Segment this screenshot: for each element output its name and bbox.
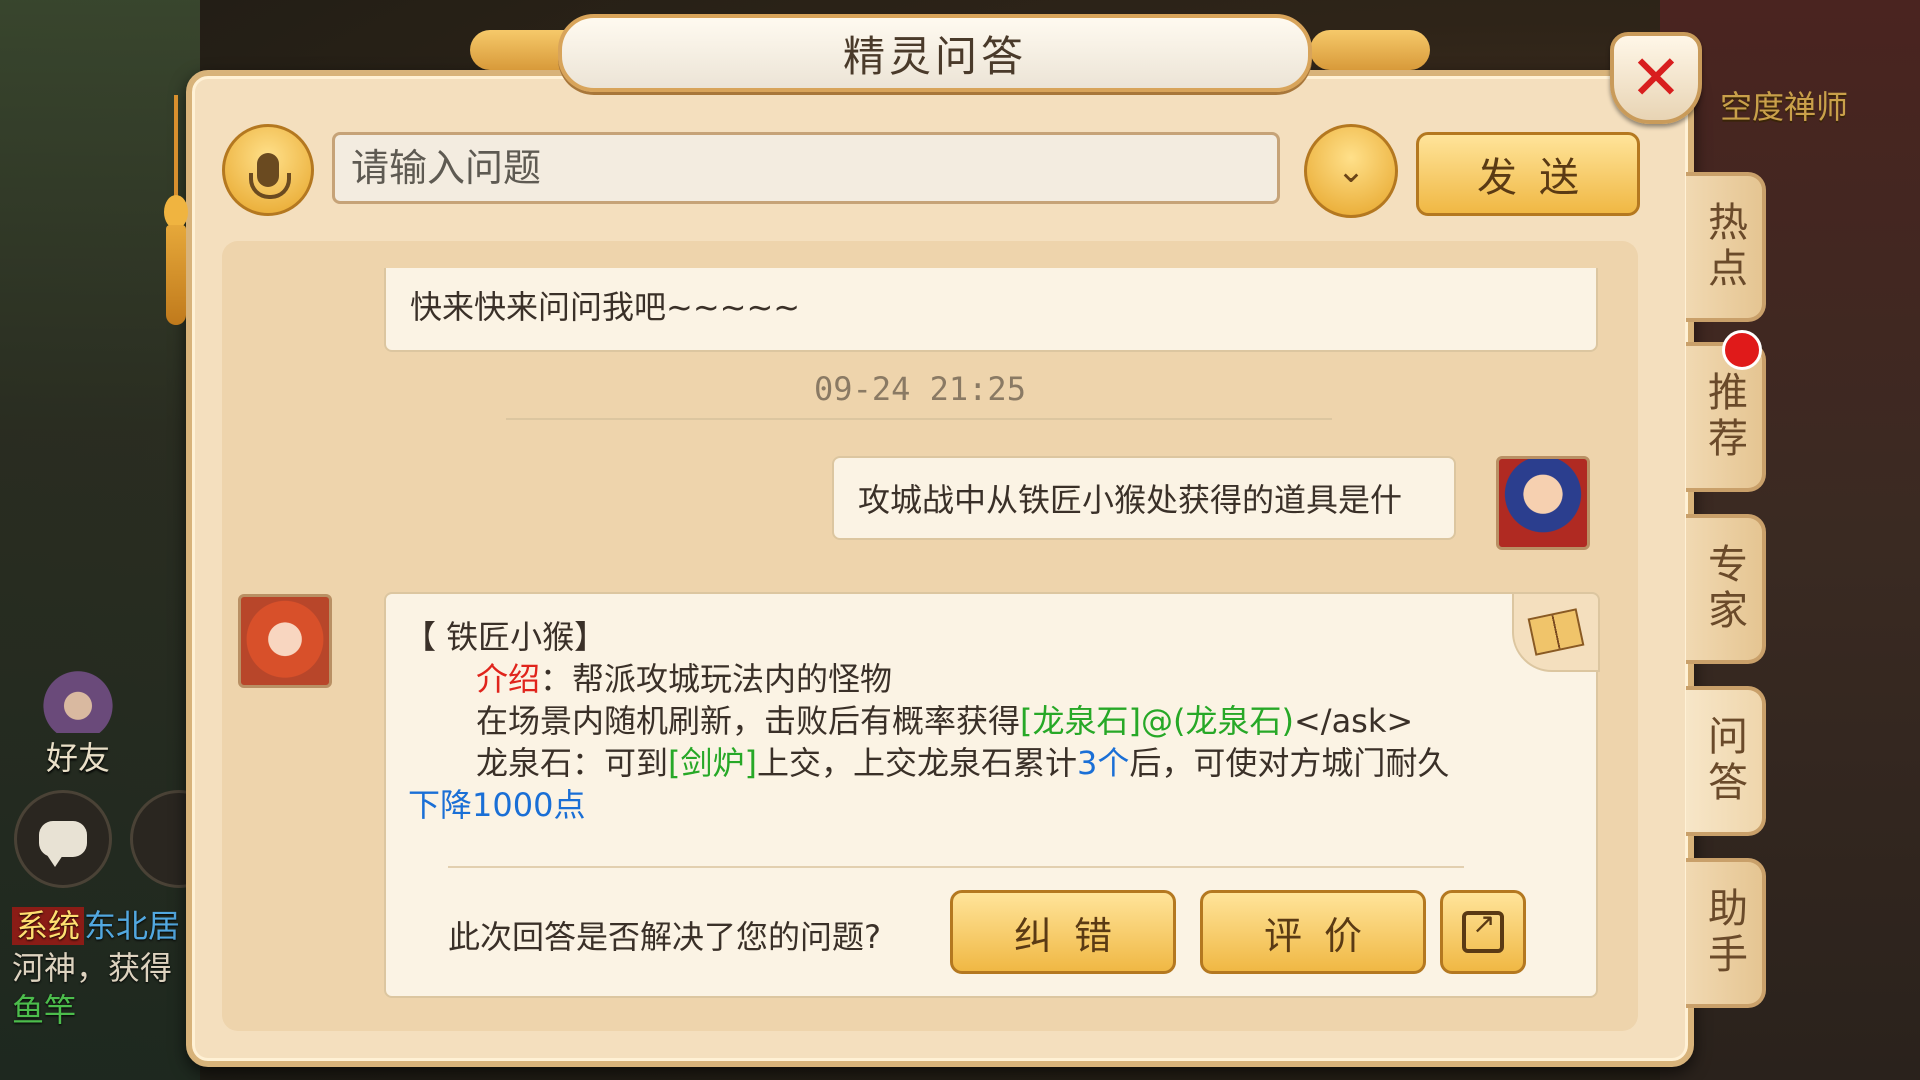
line2-suffix: </ask> (1293, 702, 1414, 740)
friend-button[interactable]: 好友 (18, 665, 138, 779)
correct-error-button[interactable]: 纠错 (950, 890, 1176, 974)
history-dropdown-button[interactable]: ⌄ (1304, 124, 1398, 218)
line2-prefix: 在场景内随机刷新，击败后有概率获得 (476, 702, 1021, 740)
tassel-ornament-icon (162, 95, 190, 325)
title-swirl-right-icon (1310, 30, 1430, 70)
chat-bubble-button[interactable] (14, 790, 112, 888)
dialog-title: 精灵问答 (842, 31, 1027, 81)
user-question-bubble: 攻城战中从铁匠小猴处获得的道具是什 (832, 456, 1456, 540)
microphone-icon (249, 153, 291, 199)
friend-avatar-icon (38, 665, 118, 733)
user-avatar (1496, 456, 1590, 550)
answer-line-2: 在场景内随机刷新，击败后有概率获得[龙泉石]@(龙泉石)</ask> (476, 696, 1413, 742)
system-item: 鱼竿 (12, 991, 77, 1029)
line3-prefix: 龙泉石：可到 (476, 744, 669, 782)
close-icon: ✕ (1630, 41, 1682, 114)
dialog-title-plate: 精灵问答 (558, 14, 1312, 92)
notification-dot (1722, 330, 1762, 370)
share-icon (1462, 907, 1504, 953)
chat-bubble-icon (39, 821, 87, 867)
friend-label: 好友 (45, 739, 110, 777)
tab-qa[interactable]: 问答 (1686, 686, 1766, 836)
system-place: 东北居 (84, 907, 181, 945)
feedback-question: 此次回答是否解决了您的问题? (448, 918, 881, 956)
book-icon[interactable] (1512, 592, 1600, 672)
close-button[interactable]: ✕ (1610, 32, 1702, 124)
item-link-longquanshi[interactable]: [龙泉石]@(龙泉石) (1020, 702, 1294, 740)
question-input[interactable] (332, 132, 1280, 204)
chevron-down-icon: ⌄ (1336, 151, 1366, 191)
answer-line-4: 下降1000点 (408, 786, 586, 824)
timestamp-divider (506, 418, 1332, 420)
intro-label: 介绍 (476, 660, 541, 698)
message-timestamp: 09-24 21:25 (814, 370, 1026, 408)
line3-suffix: 后，可使对方城门耐久 (1129, 744, 1450, 782)
send-button[interactable]: 发送 (1416, 132, 1640, 216)
answer-divider (448, 866, 1464, 868)
previous-message-text: 快来快来问问我吧~~~~~ (410, 288, 801, 326)
intro-text: ：帮派攻城玩法内的怪物 (540, 660, 893, 698)
tab-recommend-label: 推荐 (1701, 371, 1747, 463)
rate-button[interactable]: 评价 (1200, 890, 1426, 974)
voice-input-button[interactable] (222, 124, 314, 216)
system-tag: 系统 (12, 907, 85, 945)
line3-count: 3个 (1077, 744, 1130, 782)
system-line2: 河神，获得 (12, 949, 173, 987)
answer-heading: 【 铁匠小猴】 (404, 618, 607, 656)
tab-expert-label: 专家 (1701, 543, 1747, 635)
location-link-jianlu[interactable]: [剑炉] (668, 744, 757, 782)
user-question-text: 攻城战中从铁匠小猴处获得的道具是什 (858, 481, 1403, 519)
tab-assistant-label: 助手 (1701, 887, 1747, 979)
tab-hot[interactable]: 热点 (1686, 172, 1766, 322)
tab-assistant[interactable]: 助手 (1686, 858, 1766, 1008)
answer-intro-line: 介绍：帮派攻城玩法内的怪物 (476, 654, 892, 700)
answer-line-3: 龙泉石：可到[剑炉]上交，上交龙泉石累计3个后，可使对方城门耐久 (476, 738, 1449, 784)
previous-bot-message: 快来快来问问我吧~~~~~ (384, 268, 1598, 352)
tab-qa-label: 问答 (1701, 715, 1747, 807)
system-chat-feed: 系统 东北居 河神，获得 鱼竿 (12, 905, 192, 1031)
spirit-avatar (238, 594, 332, 688)
tab-hot-label: 热点 (1701, 201, 1747, 293)
tab-expert[interactable]: 专家 (1686, 514, 1766, 664)
share-button[interactable] (1440, 890, 1526, 974)
npc-name-label: 空度禅师 (1720, 88, 1849, 126)
line3-mid: 上交，上交龙泉石累计 (757, 744, 1078, 782)
